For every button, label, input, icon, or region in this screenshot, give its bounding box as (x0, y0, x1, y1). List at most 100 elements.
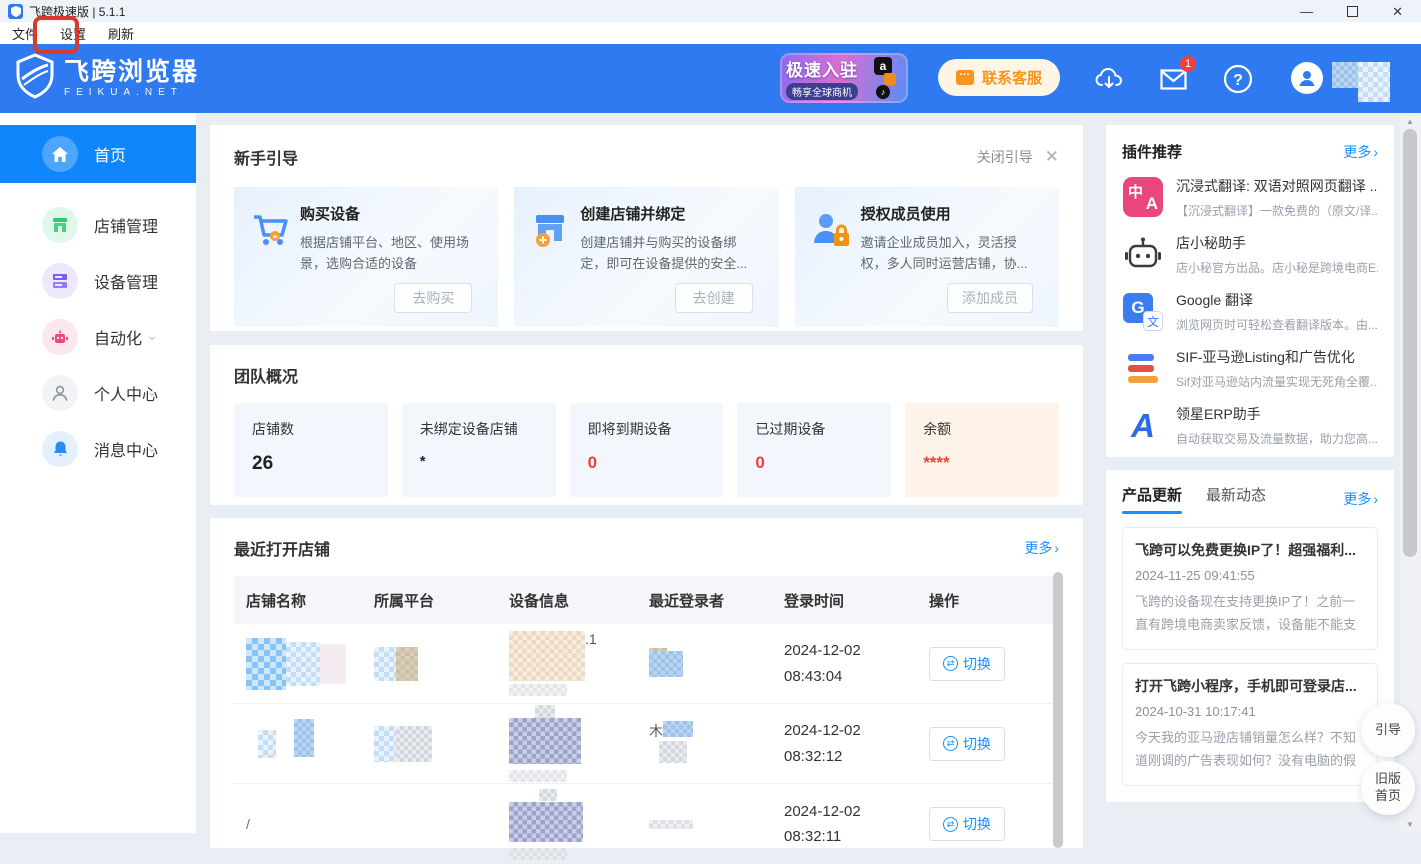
switch-icon: ⇄ (943, 656, 958, 671)
add-member-button[interactable]: 添加成员 (947, 283, 1033, 313)
switch-icon: ⇄ (943, 736, 958, 751)
more-label: 更多 (1343, 489, 1371, 509)
contact-support-label: 联系客服 (982, 67, 1042, 88)
news-more-link[interactable]: 更多 › (1343, 489, 1378, 509)
contact-support-button[interactable]: 联系客服 (938, 59, 1060, 96)
sidebar-item-message-center[interactable]: 消息中心 ⌄ (0, 421, 196, 477)
login-time: 2024-12-02 08:43:04 (784, 638, 894, 689)
minimize-icon[interactable]: — (1300, 5, 1313, 18)
guide-section-title: 新手引导 (234, 145, 298, 169)
guide-float-label: 引导 (1375, 722, 1401, 739)
sidebar-item-automation[interactable]: 自动化 ⌄ (0, 309, 196, 365)
plugin-item-lingxing-erp[interactable]: A 领星ERP助手 自动获取交易及流量数据，助力您高... (1122, 404, 1378, 447)
close-guide-x-icon[interactable]: ✕ (1045, 147, 1059, 167)
store-plus-icon (528, 203, 580, 315)
plugin-desc: 【沉浸式翻译】一款免费的（原文/译... (1176, 202, 1378, 219)
shop-name-redacted (234, 638, 374, 690)
old-home-float-button[interactable]: 旧版 首页 (1361, 761, 1415, 815)
plugin-title: SIF-亚马逊Listing和广告优化 (1176, 347, 1378, 367)
close-guide-link[interactable]: 关闭引导 (977, 147, 1033, 167)
plugin-desc: 自动获取交易及流量数据，助力您高... (1176, 430, 1378, 447)
help-icon[interactable]: ? (1221, 62, 1255, 96)
tab-latest-news[interactable]: 最新动态 (1206, 484, 1266, 514)
table-header-row: 店铺名称 所属平台 设备信息 最近登录者 登录时间 操作 (234, 576, 1053, 624)
promo-banner[interactable]: 极速入驻 畅享全球商机 a ♪ (780, 53, 908, 103)
mail-icon[interactable]: 1 (1156, 62, 1190, 96)
chevron-right-icon: › (1373, 144, 1378, 160)
stat-balance: 余额 **** (905, 403, 1059, 497)
logo-subtitle: FEIKUA.NET (64, 87, 199, 98)
bell-icon (42, 431, 78, 467)
recent-section-title: 最近打开店铺 (234, 536, 330, 560)
member-lock-icon (809, 203, 861, 315)
plugins-more-link[interactable]: 更多 › (1343, 142, 1378, 162)
plugin-item-dianxiaomi[interactable]: 店小秘助手 店小秘官方出品。店小秘是跨境电商E... (1122, 233, 1378, 276)
sidebar-item-device-management[interactable]: 设备管理 (0, 253, 196, 309)
login-user-redacted (649, 816, 784, 832)
guide-card-title: 创建店铺并绑定 (580, 203, 760, 224)
plugin-recommend-section: 插件推荐 更多 › 中A 沉浸式翻译: 双语对照网页翻译 ... 【沉浸式翻译】… (1106, 125, 1394, 457)
device-suffix: .1 (585, 631, 597, 647)
old-home-label-1: 旧版 (1375, 771, 1401, 788)
go-create-button[interactable]: 去创建 (675, 283, 753, 313)
immersive-translate-icon: 中A (1123, 177, 1163, 217)
scroll-up-icon[interactable]: ▲ (1406, 117, 1414, 126)
sidebar-item-label: 自动化 (94, 325, 142, 349)
switch-button[interactable]: ⇄ 切换 (929, 807, 1005, 841)
close-icon[interactable]: ✕ (1392, 5, 1403, 18)
table-row: / 2024-12-02 08:32:11 ⇄ 切换 (234, 784, 1053, 864)
stat-unbound-shops: 未绑定设备店铺 * (402, 403, 556, 497)
svg-text:⚭: ⚭ (272, 233, 279, 242)
col-device-info: 设备信息 (509, 590, 649, 611)
stat-label: 余额 (923, 419, 1041, 439)
switch-button[interactable]: ⇄ 切换 (929, 727, 1005, 761)
go-buy-button[interactable]: 去购买 (394, 283, 472, 313)
plugin-item-sif[interactable]: SIF-亚马逊Listing和广告优化 Sif对亚马逊站内流量实现无死角全覆..… (1122, 347, 1378, 390)
sidebar-item-shop-management[interactable]: 店铺管理 ⌄ (0, 197, 196, 253)
stat-expired-devices: 已过期设备 0 (737, 403, 891, 497)
recent-shops-section: 最近打开店铺 更多 › 店铺名称 所属平台 设备信息 最近登录者 登录时间 操作 (210, 518, 1083, 848)
sif-bars-icon (1128, 354, 1158, 383)
cart-icon: ⚭ (248, 203, 300, 315)
menu-file[interactable]: 文件 (8, 24, 42, 43)
shop-name-fragment: / (246, 816, 250, 832)
col-last-login-user: 最近登录者 (649, 590, 784, 611)
cloud-download-icon[interactable] (1092, 62, 1126, 96)
guide-float-button[interactable]: 引导 (1361, 703, 1415, 757)
recent-more-link[interactable]: 更多 › (1024, 538, 1059, 558)
table-row: 木 2024-12-02 08:32:12 ⇄ 切换 (234, 704, 1053, 784)
login-user-fragment: 木 (649, 723, 663, 739)
scrollbar-thumb[interactable] (1403, 129, 1417, 557)
maximize-icon[interactable] (1347, 6, 1358, 17)
news-title: 飞跨可以免费更换IP了！超强福利... (1135, 540, 1365, 560)
plugins-section-title: 插件推荐 (1122, 141, 1182, 162)
stat-label: 即将到期设备 (588, 419, 706, 439)
plugin-item-google-translate[interactable]: G文 Google 翻译 浏览网页时可轻松查看翻译版本。由... (1122, 290, 1378, 333)
menu-bar: 文件 设置 刷新 (0, 22, 1421, 44)
team-overview-section: 团队概况 店铺数 26 未绑定设备店铺 * 即将到期设备 0 已过期设备 0 余… (210, 345, 1083, 505)
plugin-item-immersive-translate[interactable]: 中A 沉浸式翻译: 双语对照网页翻译 ... 【沉浸式翻译】一款免费的（原文/译… (1122, 176, 1378, 219)
platform-redacted (374, 647, 509, 681)
news-desc: 今天我的亚马逊店铺销量怎么样？不知道刚调的广告表现如何？没有电脑的假期也想... (1135, 727, 1365, 773)
switch-label: 切换 (963, 814, 991, 834)
stat-expiring-devices: 即将到期设备 0 (570, 403, 724, 497)
sidebar-item-home[interactable]: 首页 (0, 125, 196, 183)
switch-label: 切换 (963, 654, 991, 674)
news-item[interactable]: 打开飞跨小程序，手机即可登录店... 2024-10-31 10:17:41 今… (1122, 663, 1378, 786)
stat-value: 26 (252, 453, 370, 475)
right-panel: 插件推荐 更多 › 中A 沉浸式翻译: 双语对照网页翻译 ... 【沉浸式翻译】… (1106, 113, 1394, 802)
switch-button[interactable]: ⇄ 切换 (929, 647, 1005, 681)
scroll-down-icon[interactable]: ▼ (1406, 820, 1414, 829)
menu-refresh[interactable]: 刷新 (104, 24, 138, 43)
menu-settings[interactable]: 设置 (56, 24, 90, 43)
google-translate-icon: G文 (1123, 291, 1163, 331)
avatar[interactable] (1291, 62, 1323, 94)
tab-product-updates[interactable]: 产品更新 (1122, 484, 1182, 514)
guide-card-title: 购买设备 (300, 203, 480, 224)
person-icon (42, 375, 78, 411)
sidebar-item-personal-center[interactable]: 个人中心 ⌄ (0, 365, 196, 421)
news-item[interactable]: 飞跨可以免费更换IP了！超强福利... 2024-11-25 09:41:55 … (1122, 527, 1378, 650)
table-scrollbar[interactable] (1053, 572, 1063, 848)
col-shop-name: 店铺名称 (234, 590, 374, 611)
plugin-title: Google 翻译 (1176, 290, 1378, 310)
